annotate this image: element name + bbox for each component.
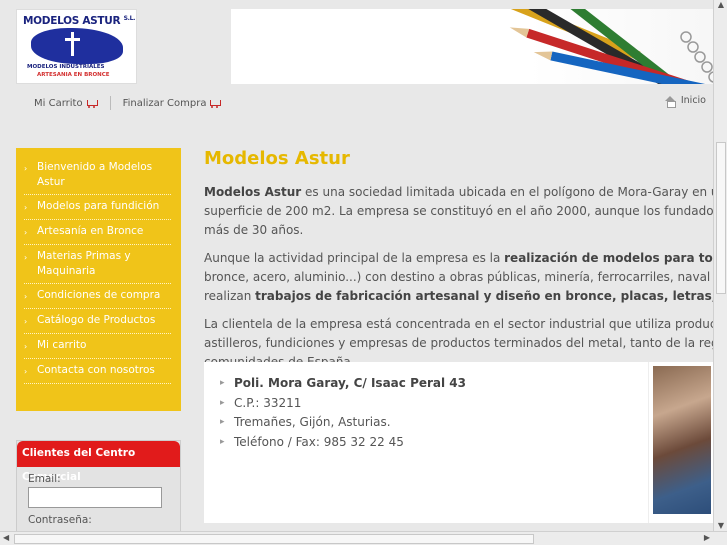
email-label: Email: <box>28 473 61 485</box>
page-title: Modelos Astur <box>204 148 350 169</box>
bullet-icon: ▸ <box>220 397 225 408</box>
sidebar-item-artesania-bronce[interactable]: › Artesanía en Bronce <box>24 220 171 245</box>
sidebar-menu: › Bienvenido a Modelos Astur › Modelos par… <box>16 148 181 411</box>
arrow-icon: › <box>24 253 28 262</box>
horizontal-scroll-thumb[interactable] <box>14 534 534 544</box>
sidebar-item-condiciones-compra[interactable]: › Condiciones de compra <box>24 284 171 309</box>
bullet-icon: ▸ <box>220 417 225 427</box>
main-content: Modelos Astur Modelos Astur es una socie… <box>204 148 714 381</box>
checkout-cart-icon <box>209 97 222 109</box>
arrow-icon: › <box>24 164 28 173</box>
sidebar-item-mi-carrito[interactable]: › Mi carrito <box>24 334 171 359</box>
arrow-icon: › <box>24 292 28 301</box>
scroll-right-icon[interactable]: ▶ <box>704 533 710 542</box>
clients-login-box: Clientes del Centro Comercial Email: Con… <box>16 440 181 545</box>
arrow-icon: › <box>24 317 28 326</box>
paragraph-activity: Aunque la actividad principal de la empr… <box>204 251 714 303</box>
top-nav: Mi Carrito Finalizar Compra <box>34 95 222 111</box>
arrow-icon: › <box>24 203 28 212</box>
home-icon <box>664 95 676 108</box>
scroll-left-icon[interactable]: ◀ <box>3 533 9 542</box>
divider <box>109 96 111 110</box>
pencils-illustration <box>460 9 727 84</box>
bullet-icon: ▸ <box>220 436 225 447</box>
contact-cp: ▸ C.P.: 33211 <box>220 394 466 414</box>
sidebar-item-contacta[interactable]: › Contacta con nosotros <box>24 359 171 384</box>
contact-box: ▸ Poli. Mora Garay, C/ Isaac Peral 43 ▸ C.… <box>204 362 714 523</box>
cart-icon <box>86 97 98 109</box>
arrow-icon: › <box>24 367 28 376</box>
clients-header: Clientes del Centro Comercial <box>17 441 180 483</box>
cross-icon <box>65 32 80 56</box>
horizontal-scrollbar[interactable]: ◀ ▶ <box>0 531 727 545</box>
bullet-icon: ▸ <box>220 378 225 388</box>
sidebar-item-bienvenido[interactable]: › Bienvenido a Modelos Astur <box>24 156 171 195</box>
contact-phone: ▸ Teléfono / Fax: 985 32 22 45 <box>220 433 466 453</box>
sidebar-item-modelos-fundicion[interactable]: › Modelos para fundición <box>24 195 171 220</box>
contact-address: ▸ Poli. Mora Garay, C/ Isaac Peral 43 <box>220 374 466 394</box>
contact-city: ▸ Tremañes, Gijón, Asturias. <box>220 413 466 433</box>
home-link[interactable]: Inicio <box>664 95 706 108</box>
vertical-scroll-thumb[interactable] <box>716 142 726 294</box>
sidebar-item-catalogo[interactable]: › Catálogo de Productos <box>24 309 171 334</box>
sidebar-item-materias-primas[interactable]: › Materias Primas y Maquinaria <box>24 245 171 284</box>
workshop-photo <box>648 362 714 523</box>
contact-list: ▸ Poli. Mora Garay, C/ Isaac Peral 43 ▸ C.… <box>220 374 466 452</box>
email-field[interactable] <box>28 487 162 508</box>
arrow-icon: › <box>24 342 28 351</box>
scroll-down-icon[interactable]: ▼ <box>716 521 726 531</box>
cart-link[interactable]: Mi Carrito <box>34 97 98 109</box>
logo-line1: MODELOS INDUSTRIALES <box>27 64 105 70</box>
logo-brand: MODELOS ASTUR S.L. <box>23 15 136 27</box>
company-logo[interactable]: MODELOS ASTUR S.L. MODELOS INDUSTRIALES … <box>16 9 137 84</box>
logo-line2: ARTESANIA EN BRONCE <box>37 72 110 78</box>
vertical-scrollbar[interactable]: ▲ ▼ <box>713 0 727 531</box>
checkout-link[interactable]: Finalizar Compra <box>123 97 222 109</box>
paragraph-intro: Modelos Astur es una sociedad limitada u… <box>204 185 714 237</box>
header-banner <box>231 9 727 84</box>
arrow-icon: › <box>24 228 28 237</box>
scroll-up-icon[interactable]: ▲ <box>716 0 726 10</box>
password-label: Contraseña: <box>28 514 92 526</box>
asturias-map-icon <box>31 28 123 64</box>
